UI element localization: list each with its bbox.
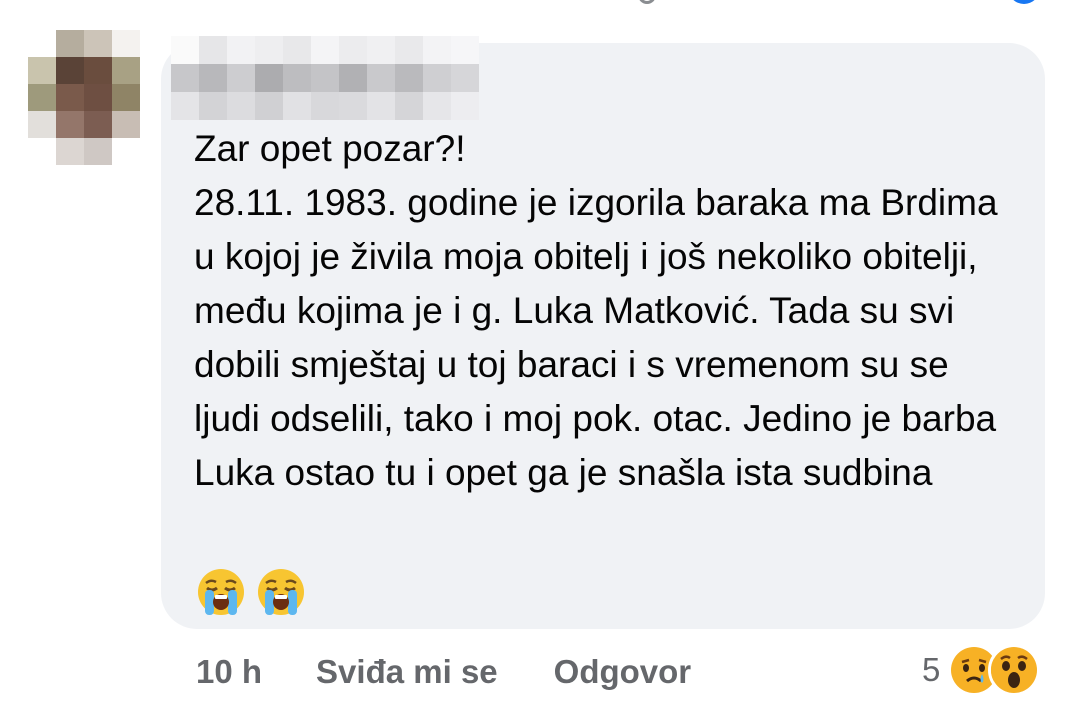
comment-action-bar: 10 h Sviđa mi se Odgovor (196, 648, 691, 696)
avatar[interactable] (28, 30, 140, 165)
author-name-censored[interactable] (171, 36, 481, 122)
like-button[interactable]: Sviđa mi se (316, 653, 498, 691)
cutoff-glyph (638, 0, 656, 4)
loudly-crying-face-icon (256, 567, 306, 617)
cutoff-reaction-icon (1008, 0, 1040, 4)
reaction-count: 5 (922, 651, 941, 688)
comment-timestamp[interactable]: 10 h (196, 653, 262, 691)
wow-reaction-icon (988, 644, 1041, 696)
reaction-summary[interactable]: 5 (922, 640, 1041, 700)
loudly-crying-face-icon (196, 567, 246, 617)
comment-emojis (196, 567, 306, 617)
comment-text: Zar opet pozar?! 28.11. 1983. godine je … (194, 128, 998, 493)
reply-button[interactable]: Odgovor (554, 653, 692, 691)
previous-content-remnant (620, 0, 1040, 8)
